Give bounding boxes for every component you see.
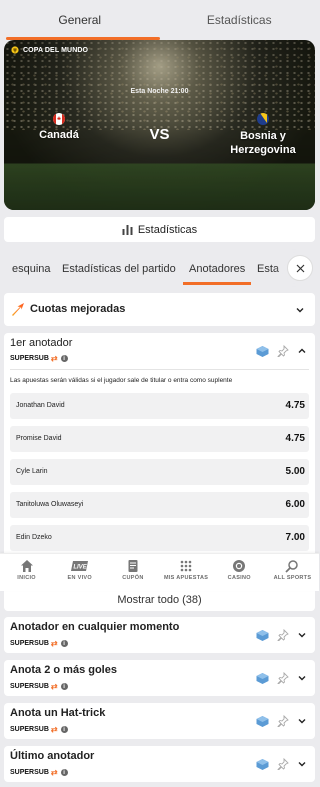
tab-esquina[interactable]: esquina bbox=[12, 254, 51, 284]
match-hero: COPA DEL MUNDO Esta Noche 21:00 Canadá V… bbox=[4, 40, 315, 210]
live-icon: LIVE bbox=[70, 561, 88, 571]
supersub-arrows-icon: ⇄ bbox=[50, 768, 58, 777]
close-tabs-button[interactable] bbox=[287, 255, 313, 281]
chevron-down-icon[interactable] bbox=[297, 759, 307, 769]
supersub-badge: SUPERSUB ⇄ i bbox=[10, 354, 68, 363]
odds-value: 6.00 bbox=[285, 499, 305, 510]
first-scorer-card: 1er anotador SUPERSUB ⇄ i Las apuestas s… bbox=[4, 333, 315, 558]
odds-row[interactable]: Tanitoluwa Oluwaseyi 6.00 bbox=[10, 492, 309, 518]
tab-estadisticas[interactable]: Estadísticas bbox=[160, 0, 320, 40]
odds-value: 5.00 bbox=[285, 466, 305, 477]
coupon-icon bbox=[128, 560, 138, 572]
pin-icon[interactable] bbox=[277, 629, 289, 641]
market-title: Último anotador bbox=[10, 750, 95, 762]
supersub-arrows-icon: ⇄ bbox=[50, 725, 58, 734]
nav-casino[interactable]: CASINO bbox=[213, 554, 266, 591]
pin-icon[interactable] bbox=[277, 715, 289, 727]
pin-icon[interactable] bbox=[277, 758, 289, 770]
search-sports-icon bbox=[285, 560, 299, 573]
home-icon bbox=[20, 560, 33, 572]
market-card[interactable]: Anota un Hat-trick SUPERSUB ⇄ i bbox=[4, 703, 315, 739]
market-note: Las apuestas serán válidas si el jugador… bbox=[10, 377, 233, 384]
supersub-arrows-icon: ⇄ bbox=[50, 354, 58, 363]
odds-row[interactable]: Jonathan David 4.75 bbox=[10, 393, 309, 419]
nav-all-sports[interactable]: ALL SPORTS bbox=[266, 554, 319, 591]
nav-inicio[interactable]: INICIO bbox=[0, 554, 53, 591]
bar-chart-icon bbox=[122, 225, 133, 235]
boosted-title: Cuotas mejoradas bbox=[30, 303, 126, 315]
match-time: Esta Noche 21:00 bbox=[130, 88, 189, 95]
market-title: 1er anotador bbox=[10, 337, 73, 349]
tab-esta[interactable]: Esta bbox=[257, 254, 279, 284]
market-card[interactable]: Anotador en cualquier momento SUPERSUB ⇄… bbox=[4, 617, 315, 653]
cube-icon[interactable] bbox=[256, 672, 269, 684]
boosted-odds-card[interactable]: Cuotas mejoradas bbox=[4, 293, 315, 326]
cube-icon[interactable] bbox=[256, 629, 269, 641]
tab-anotadores[interactable]: Anotadores bbox=[183, 254, 252, 285]
supersub-badge: SUPERSUB ⇄ i bbox=[10, 768, 68, 777]
supersub-badge: SUPERSUB ⇄ i bbox=[10, 639, 68, 648]
market-card[interactable]: Último anotador SUPERSUB ⇄ i bbox=[4, 746, 315, 782]
nav-mis-apuestas[interactable]: MIS APUESTAS bbox=[160, 554, 213, 591]
tab-general[interactable]: General bbox=[0, 0, 160, 40]
info-icon[interactable]: i bbox=[60, 683, 68, 690]
chevron-up-icon[interactable] bbox=[297, 346, 307, 356]
bosnia-flag-icon bbox=[257, 113, 269, 125]
player-name: Tanitoluwa Oluwaseyi bbox=[16, 501, 84, 508]
player-name: Cyle Larin bbox=[16, 468, 48, 475]
show-all-button[interactable]: Mostrar todo (38) bbox=[4, 589, 315, 611]
bottom-nav: INICIO LIVE EN VIVO CUPÓN MIS APUESTAS C… bbox=[0, 553, 319, 591]
odds-row[interactable]: Promise David 4.75 bbox=[10, 426, 309, 452]
market-tabs: esquina Estadísticas del partido Anotado… bbox=[0, 254, 319, 286]
tab-estadisticas-partido[interactable]: Estadísticas del partido bbox=[62, 254, 176, 284]
close-icon bbox=[296, 264, 304, 272]
odds-value: 7.00 bbox=[285, 532, 305, 543]
canada-flag-icon bbox=[53, 113, 65, 125]
boost-arrow-icon bbox=[12, 303, 24, 316]
cube-icon[interactable] bbox=[256, 758, 269, 770]
info-icon[interactable]: i bbox=[60, 640, 68, 647]
grid-icon bbox=[180, 560, 192, 572]
odds-row[interactable]: Cyle Larin 5.00 bbox=[10, 459, 309, 485]
nav-en-vivo[interactable]: LIVE EN VIVO bbox=[53, 554, 106, 591]
chevron-down-icon[interactable] bbox=[297, 716, 307, 726]
market-title: Anotador en cualquier momento bbox=[10, 621, 180, 633]
cube-icon[interactable] bbox=[256, 715, 269, 727]
chevron-down-icon bbox=[296, 308, 304, 313]
info-icon[interactable]: i bbox=[60, 355, 68, 362]
stats-button[interactable]: Estadísticas bbox=[4, 217, 315, 242]
trophy-icon bbox=[11, 46, 19, 54]
nav-cupon[interactable]: CUPÓN bbox=[106, 554, 159, 591]
odds-value: 4.75 bbox=[285, 433, 305, 444]
supersub-arrows-icon: ⇄ bbox=[50, 682, 58, 691]
market-card[interactable]: Anota 2 o más goles SUPERSUB ⇄ i bbox=[4, 660, 315, 696]
svg-text:LIVE: LIVE bbox=[73, 565, 87, 571]
supersub-arrows-icon: ⇄ bbox=[50, 639, 58, 648]
market-title: Anota un Hat-trick bbox=[10, 707, 106, 719]
supersub-badge: SUPERSUB ⇄ i bbox=[10, 725, 68, 734]
cube-icon[interactable] bbox=[256, 345, 269, 357]
odds-value: 4.75 bbox=[285, 400, 305, 411]
player-name: Edin Dzeko bbox=[16, 534, 52, 541]
top-tabs: General Estadísticas bbox=[0, 0, 319, 40]
competition-label: COPA DEL MUNDO bbox=[11, 46, 88, 54]
chevron-down-icon[interactable] bbox=[297, 673, 307, 683]
market-title: Anota 2 o más goles bbox=[10, 664, 117, 676]
away-team: Bosnia y Herzegovina bbox=[212, 113, 314, 157]
player-name: Jonathan David bbox=[16, 402, 65, 409]
pin-icon[interactable] bbox=[277, 672, 289, 684]
supersub-badge: SUPERSUB ⇄ i bbox=[10, 682, 68, 691]
player-name: Promise David bbox=[16, 435, 62, 442]
chevron-down-icon[interactable] bbox=[297, 630, 307, 640]
info-icon[interactable]: i bbox=[60, 726, 68, 733]
casino-chip-icon bbox=[233, 560, 246, 572]
pin-icon[interactable] bbox=[277, 345, 289, 357]
info-icon[interactable]: i bbox=[60, 769, 68, 776]
odds-row[interactable]: Edin Dzeko 7.00 bbox=[10, 525, 309, 551]
